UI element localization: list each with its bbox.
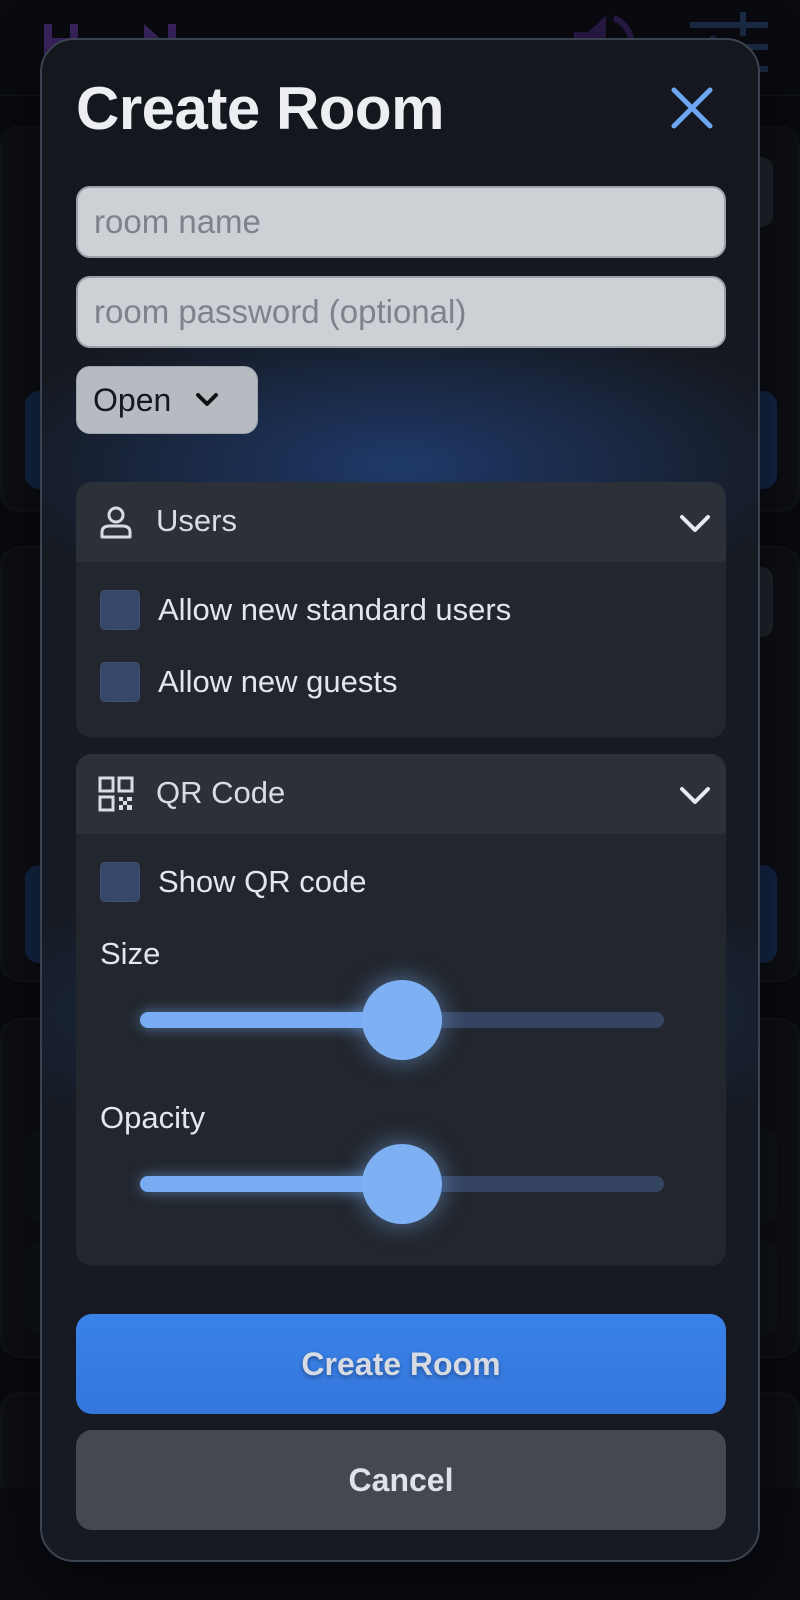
users-panel: Users Allow new standard users Allow new… [76,482,726,738]
room-name-input[interactable] [76,186,726,258]
cancel-button[interactable]: Cancel [76,1430,726,1530]
create-room-button-label: Create Room [301,1345,501,1382]
cancel-button-label: Cancel [348,1461,454,1498]
close-button[interactable] [664,80,720,136]
qr-code-icon [98,776,134,812]
opacity-slider[interactable] [140,1144,664,1224]
allow-standard-users-option[interactable]: Allow new standard users [100,590,511,630]
allow-standard-users-checkbox[interactable] [100,590,140,630]
qr-code-panel-title: QR Code [156,775,286,810]
modal-title: Create Room [76,75,444,142]
allow-guests-checkbox[interactable] [100,662,140,702]
access-select-value: Open [93,381,172,418]
users-panel-title: Users [156,503,237,538]
chevron-down-icon [196,393,219,406]
slider-thumb[interactable] [362,980,442,1060]
size-label: Size [100,936,161,971]
size-slider[interactable] [140,980,664,1060]
create-room-modal: Create Room Open Users Allow new stand [40,38,760,1562]
room-password-input[interactable] [76,276,726,348]
chevron-down-icon [680,515,710,532]
users-panel-header[interactable]: Users [76,482,726,562]
chevron-down-icon [680,787,710,804]
create-room-button[interactable]: Create Room [76,1314,726,1414]
show-qr-code-option[interactable]: Show QR code [100,862,367,902]
access-select[interactable]: Open [76,366,258,434]
show-qr-code-checkbox[interactable] [100,862,140,902]
allow-standard-users-label: Allow new standard users [158,592,512,627]
close-icon [671,87,713,129]
opacity-label: Opacity [100,1100,206,1135]
qr-code-panel: QR Code Show QR code Size Opacity [76,754,726,1266]
slider-thumb[interactable] [362,1144,442,1224]
allow-guests-option[interactable]: Allow new guests [100,662,398,702]
allow-guests-label: Allow new guests [158,664,398,699]
show-qr-code-label: Show QR code [158,864,367,899]
qr-code-panel-header[interactable]: QR Code [76,754,726,834]
person-icon [100,506,132,539]
